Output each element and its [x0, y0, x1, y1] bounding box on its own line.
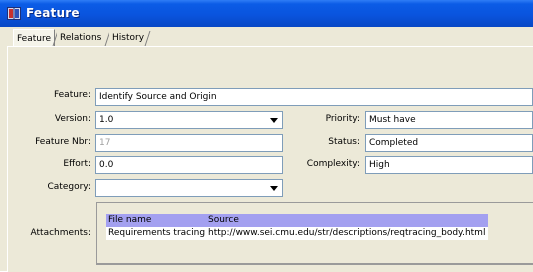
effort-value: 0.0	[99, 160, 114, 170]
version-label: Version:	[54, 114, 91, 124]
category-label: Category:	[47, 182, 92, 192]
feature-nbr-value: 17	[99, 138, 111, 148]
title-bar[interactable]: Feature	[0, 0, 533, 27]
complexity-label: Complexity:	[306, 159, 360, 169]
table-header: File name Source	[106, 214, 488, 227]
category-select[interactable]	[95, 179, 283, 197]
effort-input[interactable]: 0.0	[95, 156, 283, 174]
status-select[interactable]: Completed	[365, 134, 533, 152]
table-row[interactable]: Requirements tracing http://www.sei.cmu.…	[106, 227, 488, 240]
column-header-file-name[interactable]: File name	[108, 214, 151, 227]
feature-nbr-label: Feature Nbr:	[35, 137, 91, 147]
priority-value: Must have	[369, 115, 416, 125]
tab-feature-label: Feature	[17, 34, 52, 44]
tab-feature[interactable]: Feature	[13, 29, 56, 47]
tab-history-label: History	[112, 33, 145, 43]
priority-select[interactable]: Must have	[365, 111, 533, 129]
complexity-select[interactable]: High	[365, 156, 533, 174]
attachment-source[interactable]: http://www.sei.cmu.edu/str/descriptions/…	[208, 227, 485, 240]
feature-input[interactable]: Identify Source and Origin	[95, 88, 533, 106]
attachments-label: Attachments:	[30, 228, 91, 238]
feature-label: Feature:	[53, 90, 91, 100]
attachment-file-name: Requirements tracing	[108, 228, 206, 238]
feature-window: Feature Feature Relations History Featur…	[0, 0, 533, 272]
version-value: 1.0	[99, 115, 114, 125]
window-title: Feature	[26, 6, 80, 20]
effort-label: Effort:	[63, 159, 91, 169]
chevron-down-icon[interactable]	[270, 186, 278, 191]
feature-value: Identify Source and Origin	[99, 92, 217, 102]
book-icon	[7, 7, 21, 20]
status-label: Status:	[328, 137, 360, 147]
complexity-value: High	[369, 160, 390, 170]
tab-relations[interactable]: Relations	[57, 31, 105, 46]
status-value: Completed	[369, 138, 419, 148]
feature-nbr-field: 17	[95, 134, 283, 152]
chevron-down-icon[interactable]	[270, 118, 278, 123]
priority-label: Priority:	[325, 114, 360, 124]
tab-history[interactable]: History	[109, 31, 148, 46]
tab-relations-label: Relations	[60, 33, 102, 43]
version-select[interactable]: 1.0	[95, 111, 283, 129]
divider	[96, 264, 533, 265]
column-header-source[interactable]: Source	[208, 214, 239, 227]
